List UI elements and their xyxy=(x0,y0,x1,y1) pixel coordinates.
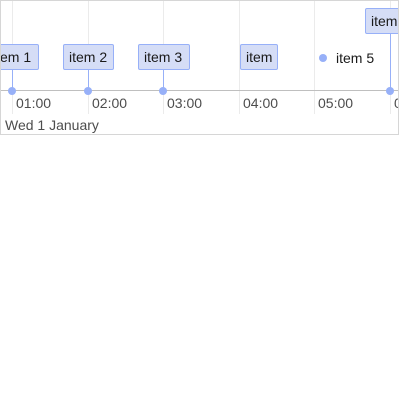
item-5-dot[interactable] xyxy=(319,54,327,62)
item-dot xyxy=(8,87,16,95)
date-label: Wed 1 January xyxy=(5,117,99,133)
tick-label: 0 xyxy=(394,94,398,112)
tick-label: 03:00 xyxy=(167,95,203,111)
timeline-item-6[interactable]: item xyxy=(365,8,398,34)
timeline-panel[interactable]: item 1 item 2 item 3 item item 5 item 01… xyxy=(0,0,399,135)
tick-label: 01:00 xyxy=(16,95,52,111)
timeline-item-3[interactable]: item 3 xyxy=(138,44,190,70)
tick-label: 04:00 xyxy=(243,95,279,111)
item-dot xyxy=(84,87,92,95)
timeline-item-4[interactable]: item xyxy=(240,44,278,70)
item-stem xyxy=(390,33,391,91)
tick-label: 05:00 xyxy=(318,95,354,111)
timeline-item-2[interactable]: item 2 xyxy=(63,44,114,70)
item-dot xyxy=(386,87,394,95)
timeline-item-5[interactable]: item 5 xyxy=(336,49,374,67)
item-dot xyxy=(159,87,167,95)
tick-label: 02:00 xyxy=(92,95,128,111)
gridline xyxy=(314,1,315,114)
timeline-item-1[interactable]: item 1 xyxy=(1,44,39,70)
time-axis xyxy=(1,90,398,91)
